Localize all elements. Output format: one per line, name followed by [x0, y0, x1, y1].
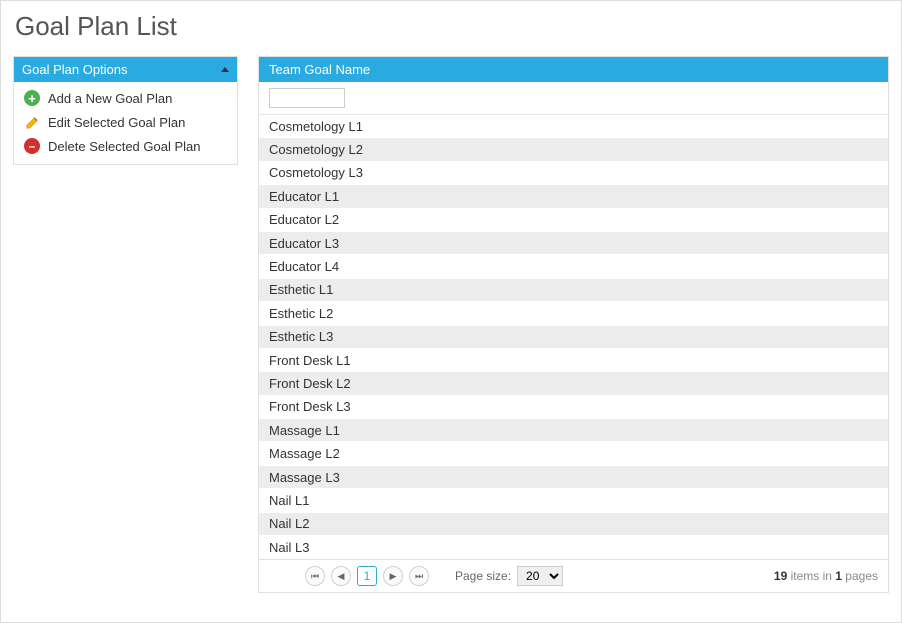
- grid-body: Cosmetology L1Cosmetology L2Cosmetology …: [259, 115, 888, 559]
- table-row[interactable]: Nail L2: [259, 513, 888, 536]
- table-row[interactable]: Educator L1: [259, 185, 888, 208]
- pager-next-button[interactable]: ▶: [383, 566, 403, 586]
- table-row[interactable]: Nail L3: [259, 536, 888, 559]
- table-row[interactable]: Front Desk L3: [259, 396, 888, 419]
- sidebar: Goal Plan Options Add a New Goal Plan Ed…: [13, 56, 238, 593]
- table-row[interactable]: Educator L4: [259, 255, 888, 278]
- table-row[interactable]: Front Desk L1: [259, 349, 888, 372]
- collapse-icon: [221, 67, 229, 72]
- sidebar-panel-header[interactable]: Goal Plan Options: [14, 57, 237, 82]
- pager-first-button[interactable]: ⏮: [305, 566, 325, 586]
- page-size-select[interactable]: 20: [517, 566, 563, 586]
- option-label: Delete Selected Goal Plan: [48, 139, 200, 154]
- table-row[interactable]: Nail L1: [259, 489, 888, 512]
- pager-last-button[interactable]: ⏭: [409, 566, 429, 586]
- page-size-label: Page size:: [455, 569, 511, 583]
- grid-filter-row: [259, 82, 888, 115]
- table-row[interactable]: Educator L3: [259, 232, 888, 255]
- pager-summary: 19 items in 1 pages: [774, 569, 878, 583]
- table-row[interactable]: Front Desk L2: [259, 372, 888, 395]
- table-row[interactable]: Massage L2: [259, 442, 888, 465]
- pager-current-page[interactable]: 1: [357, 566, 377, 586]
- table-row[interactable]: Cosmetology L2: [259, 138, 888, 161]
- grid-filter-input[interactable]: [269, 88, 345, 108]
- option-label: Add a New Goal Plan: [48, 91, 172, 106]
- option-label: Edit Selected Goal Plan: [48, 115, 185, 130]
- page-title: Goal Plan List: [15, 11, 889, 42]
- goal-plan-grid: Team Goal Name Cosmetology L1Cosmetology…: [258, 56, 889, 593]
- delete-icon: [24, 138, 40, 154]
- table-row[interactable]: Educator L2: [259, 209, 888, 232]
- table-row[interactable]: Massage L1: [259, 419, 888, 442]
- grid-pager: ⏮ ◀ 1 ▶ ⏭ Page size: 20 19 items in 1 pa…: [259, 559, 888, 592]
- table-row[interactable]: Esthetic L1: [259, 279, 888, 302]
- table-row[interactable]: Esthetic L3: [259, 326, 888, 349]
- sidebar-header-label: Goal Plan Options: [22, 62, 128, 77]
- pager-prev-button[interactable]: ◀: [331, 566, 351, 586]
- grid-column-header[interactable]: Team Goal Name: [259, 57, 888, 82]
- table-row[interactable]: Esthetic L2: [259, 302, 888, 325]
- add-icon: [24, 90, 40, 106]
- edit-goal-plan-option[interactable]: Edit Selected Goal Plan: [18, 110, 233, 134]
- add-goal-plan-option[interactable]: Add a New Goal Plan: [18, 86, 233, 110]
- delete-goal-plan-option[interactable]: Delete Selected Goal Plan: [18, 134, 233, 158]
- table-row[interactable]: Cosmetology L3: [259, 162, 888, 185]
- edit-icon: [24, 114, 40, 130]
- table-row[interactable]: Massage L3: [259, 466, 888, 489]
- table-row[interactable]: Cosmetology L1: [259, 115, 888, 138]
